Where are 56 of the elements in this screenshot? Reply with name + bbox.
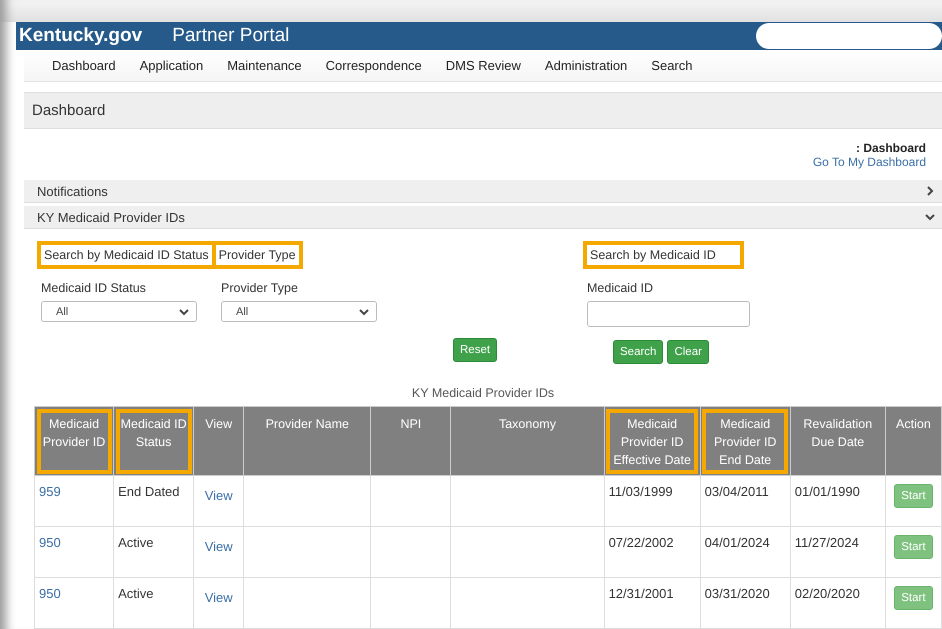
- view-link[interactable]: View: [204, 488, 233, 503]
- table-cell: 01/01/1990: [794, 484, 860, 499]
- table-cell: 12/31/2001: [608, 586, 674, 601]
- nav-item[interactable]: DMS Review: [446, 58, 521, 74]
- view-link[interactable]: View: [204, 539, 233, 554]
- field-label: Medicaid ID: [587, 281, 654, 295]
- panel-title: Notifications: [37, 184, 108, 198]
- dropdown[interactable]: All: [41, 301, 197, 322]
- nav-item[interactable]: Application: [140, 58, 204, 74]
- dropdown[interactable]: All: [221, 301, 377, 322]
- column-header: Medicaid ID Status: [114, 406, 194, 476]
- table-cell: 04/01/2024: [704, 535, 770, 550]
- table-cell: Active: [118, 586, 154, 601]
- logo: Kentucky.gov: [19, 25, 142, 48]
- clear-button[interactable]: Clear: [667, 340, 709, 364]
- section-label: Search by Medicaid ID: [583, 241, 744, 269]
- page-title: Dashboard: [24, 92, 942, 129]
- table-cell: 11/03/1999: [608, 484, 673, 499]
- table-cell: 03/04/2011: [704, 484, 769, 499]
- dashboard-link[interactable]: Go To My Dashboard: [812, 155, 926, 169]
- panel-title: KY Medicaid Provider IDs: [37, 210, 185, 224]
- table-cell: Active: [118, 535, 154, 550]
- table-cell: 07/22/2002: [608, 535, 674, 550]
- breadcrumb: : Dashboard: [856, 141, 926, 155]
- nav-item[interactable]: Search: [651, 58, 692, 74]
- table-cell: End Dated: [118, 484, 180, 499]
- reset-button[interactable]: Reset: [453, 338, 498, 362]
- column-header: Provider Name: [244, 406, 371, 476]
- column-header: Revalidation Due Date: [790, 406, 886, 476]
- panel-header[interactable]: Notifications: [24, 180, 942, 203]
- column-header: NPI: [370, 406, 451, 476]
- field-label: Provider Type: [221, 281, 299, 295]
- column-header: View: [194, 406, 244, 476]
- portal-title: Partner Portal: [172, 25, 290, 48]
- table-caption: KY Medicaid Provider IDs: [410, 386, 556, 400]
- nav-item[interactable]: Administration: [544, 58, 628, 74]
- panel-header[interactable]: KY Medicaid Provider IDs: [24, 206, 942, 229]
- header-search-field[interactable]: [756, 23, 942, 50]
- provider-id-link[interactable]: 959: [39, 484, 61, 499]
- provider-id-link[interactable]: 950: [39, 586, 61, 601]
- medicaid-id-field[interactable]: [587, 301, 750, 327]
- nav-item[interactable]: Dashboard: [52, 58, 116, 74]
- nav-item[interactable]: Correspondence: [326, 58, 422, 74]
- nav-item[interactable]: Maintenance: [227, 58, 302, 74]
- table-cell: 02/20/2020: [794, 586, 860, 601]
- field-label: Medicaid ID Status: [41, 281, 147, 295]
- column-header: Medicaid Provider ID End Date: [700, 406, 790, 476]
- column-header: Taxonomy: [450, 406, 604, 476]
- provider-id-link[interactable]: 950: [39, 535, 61, 550]
- column-header: Medicaid Provider ID: [34, 406, 114, 476]
- table-cell: 11/27/2024: [794, 535, 859, 550]
- column-header: Action: [885, 406, 942, 476]
- column-header: Medicaid Provider ID Effective Date: [604, 406, 700, 476]
- search-button[interactable]: Search: [613, 340, 664, 364]
- view-link[interactable]: View: [204, 590, 233, 605]
- table-cell: 03/31/2020: [704, 586, 770, 601]
